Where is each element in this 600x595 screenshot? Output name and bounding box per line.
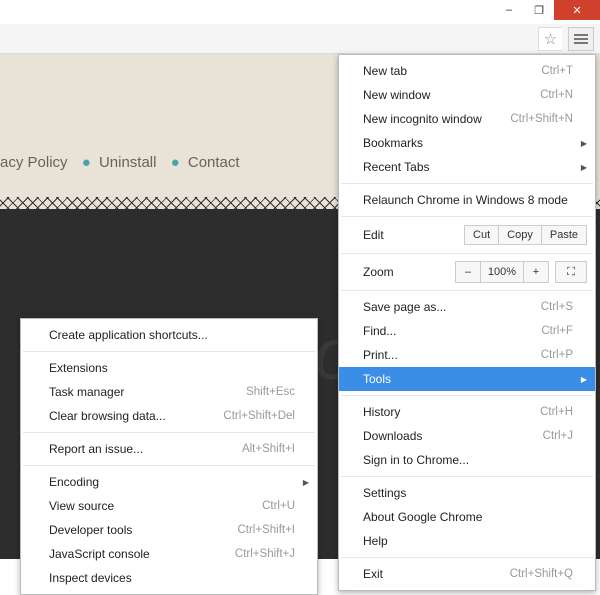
separator	[23, 465, 315, 466]
copy-button[interactable]: Copy	[498, 225, 542, 245]
chevron-right-icon: ▶	[581, 139, 587, 148]
separator	[341, 395, 593, 396]
window-titlebar: – ❐ ✕	[0, 0, 600, 24]
menu-recent-tabs[interactable]: Recent Tabs▶	[339, 155, 595, 179]
menu-help[interactable]: Help	[339, 529, 595, 553]
submenu-report-issue[interactable]: Report an issue...Alt+Shift+I	[21, 437, 317, 461]
close-button[interactable]: ✕	[554, 0, 600, 20]
chevron-right-icon: ▶	[581, 163, 587, 172]
cut-button[interactable]: Cut	[464, 225, 499, 245]
minimize-button[interactable]: –	[494, 0, 524, 20]
menu-new-incognito[interactable]: New incognito windowCtrl+Shift+N	[339, 107, 595, 131]
submenu-inspect-devices[interactable]: Inspect devices	[21, 566, 317, 590]
separator	[341, 183, 593, 184]
menu-new-tab[interactable]: New tabCtrl+T	[339, 59, 595, 83]
paste-button[interactable]: Paste	[541, 225, 587, 245]
bullet-icon: ●	[82, 154, 91, 171]
menu-settings[interactable]: Settings	[339, 481, 595, 505]
zoom-in-button[interactable]: +	[523, 261, 549, 283]
chrome-main-menu: New tabCtrl+T New windowCtrl+N New incog…	[338, 54, 596, 591]
submenu-task-manager[interactable]: Task managerShift+Esc	[21, 380, 317, 404]
separator	[341, 557, 593, 558]
submenu-view-source[interactable]: View sourceCtrl+U	[21, 494, 317, 518]
submenu-encoding[interactable]: Encoding▶	[21, 470, 317, 494]
menu-tools[interactable]: Tools▶	[339, 367, 595, 391]
chevron-right-icon: ▶	[581, 375, 587, 384]
separator	[341, 476, 593, 477]
menu-history[interactable]: HistoryCtrl+H	[339, 400, 595, 424]
menu-about[interactable]: About Google Chrome	[339, 505, 595, 529]
menu-save-page[interactable]: Save page as...Ctrl+S	[339, 295, 595, 319]
menu-edit-row: Edit Cut Copy Paste	[339, 221, 595, 249]
menu-signin[interactable]: Sign in to Chrome...	[339, 448, 595, 472]
zoom-label: Zoom	[363, 265, 394, 279]
link-uninstall[interactable]: Uninstall	[99, 154, 157, 171]
browser-toolbar: ☆	[0, 24, 600, 54]
separator	[23, 351, 315, 352]
menu-find[interactable]: Find...Ctrl+F	[339, 319, 595, 343]
separator	[341, 253, 593, 254]
menu-downloads[interactable]: DownloadsCtrl+J	[339, 424, 595, 448]
submenu-js-console[interactable]: JavaScript consoleCtrl+Shift+J	[21, 542, 317, 566]
zoom-percent: 100%	[480, 261, 524, 283]
bullet-icon: ●	[171, 154, 180, 171]
hamburger-icon	[574, 38, 588, 40]
submenu-create-shortcuts[interactable]: Create application shortcuts...	[21, 323, 317, 347]
fullscreen-button[interactable]: ⛶	[555, 261, 587, 283]
menu-print[interactable]: Print...Ctrl+P	[339, 343, 595, 367]
menu-new-window[interactable]: New windowCtrl+N	[339, 83, 595, 107]
menu-zoom-row: Zoom – 100% + ⛶	[339, 258, 595, 286]
link-contact[interactable]: Contact	[188, 154, 240, 171]
maximize-button[interactable]: ❐	[524, 0, 554, 20]
separator	[341, 216, 593, 217]
menu-relaunch-win8[interactable]: Relaunch Chrome in Windows 8 mode	[339, 188, 595, 212]
chevron-right-icon: ▶	[303, 478, 309, 487]
chrome-menu-button[interactable]	[568, 27, 594, 51]
separator	[23, 432, 315, 433]
submenu-devtools[interactable]: Developer toolsCtrl+Shift+I	[21, 518, 317, 542]
page-nav-links: acy Policy ● Uninstall ● Contact	[0, 154, 240, 171]
submenu-clear-data[interactable]: Clear browsing data...Ctrl+Shift+Del	[21, 404, 317, 428]
bookmark-star-icon[interactable]: ☆	[538, 27, 562, 51]
zoom-out-button[interactable]: –	[455, 261, 481, 283]
link-privacy[interactable]: acy Policy	[0, 154, 68, 171]
edit-label: Edit	[363, 228, 384, 242]
tools-submenu: Create application shortcuts... Extensio…	[20, 318, 318, 595]
menu-bookmarks[interactable]: Bookmarks▶	[339, 131, 595, 155]
menu-exit[interactable]: ExitCtrl+Shift+Q	[339, 562, 595, 586]
separator	[341, 290, 593, 291]
submenu-extensions[interactable]: Extensions	[21, 356, 317, 380]
